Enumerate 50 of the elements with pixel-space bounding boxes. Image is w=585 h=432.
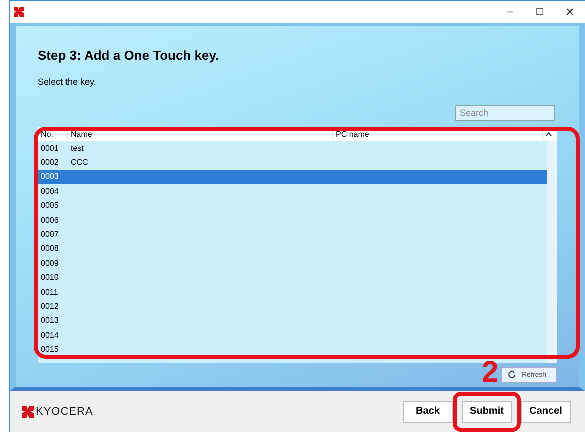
refresh-icon	[508, 371, 516, 379]
table-row[interactable]: 0012	[38, 299, 547, 314]
table-row[interactable]: 0015	[38, 342, 547, 357]
table-row[interactable]: 0014	[38, 328, 547, 342]
table-row[interactable]: 0008	[38, 242, 547, 256]
maximize-button[interactable]: □	[525, 1, 555, 23]
brand-logo: KYOCERA	[22, 406, 94, 418]
dialog-button[interactable]: Back	[403, 400, 453, 422]
number-cell-text: 0001	[40, 144, 60, 153]
table-row[interactable]: 0004	[38, 184, 547, 199]
scroll-up-icon[interactable]	[546, 132, 552, 136]
number-cell-text: 0013	[40, 316, 60, 326]
column-header[interactable]: PC name	[333, 130, 543, 138]
column-header[interactable]: No.	[38, 130, 68, 138]
number-cell-text: 0009	[40, 258, 60, 268]
instruction-text: Select the key.	[38, 77, 98, 87]
number-cell-text: 0007	[40, 230, 60, 240]
table-row[interactable]: 0005	[38, 198, 547, 213]
table-row[interactable]: 0003	[38, 170, 547, 184]
number-cell-text: 0004	[40, 186, 60, 196]
scrollbar[interactable]	[547, 141, 557, 363]
app-logo-icon	[14, 7, 24, 17]
table-row[interactable]: 0009	[38, 256, 547, 271]
number-cell-text: 0012	[40, 302, 60, 311]
table-row[interactable]: 0011	[38, 284, 547, 300]
number-cell-text: 0005	[40, 201, 60, 210]
table-row[interactable]: 0007	[38, 227, 547, 242]
search-field[interactable]: Search	[455, 105, 555, 121]
close-button[interactable]: ✕	[555, 1, 585, 23]
table-row[interactable]: 0013	[38, 314, 547, 328]
number-cell-text: 0006	[40, 216, 60, 225]
dialog-button[interactable]: Cancel	[521, 400, 571, 422]
name-cell-text: CCC	[70, 158, 90, 168]
number-cell-text: 0014	[40, 330, 60, 340]
table-row[interactable]: 0002 CCC	[38, 155, 547, 170]
minimize-button[interactable]: –	[495, 1, 525, 23]
number-cell-text: 0008	[40, 244, 60, 254]
number-cell-text: 0010	[40, 273, 60, 282]
name-cell-text: test	[70, 144, 85, 153]
column-header[interactable]: Name	[68, 130, 333, 138]
number-cell-text: 0011	[40, 288, 60, 297]
number-cell-text: 0003	[40, 172, 60, 182]
table-row[interactable]: 0006	[38, 212, 547, 228]
number-cell-text: 0002	[40, 158, 60, 168]
step-number: 2	[482, 358, 499, 388]
table-row[interactable]: 0001 test	[38, 141, 547, 156]
number-cell-text: 0015	[40, 345, 60, 354]
step-heading: Step 3: Add a One Touch key.	[38, 48, 220, 63]
dialog-button[interactable]: Submit	[462, 400, 512, 422]
table-row[interactable]: 0010	[38, 270, 547, 285]
